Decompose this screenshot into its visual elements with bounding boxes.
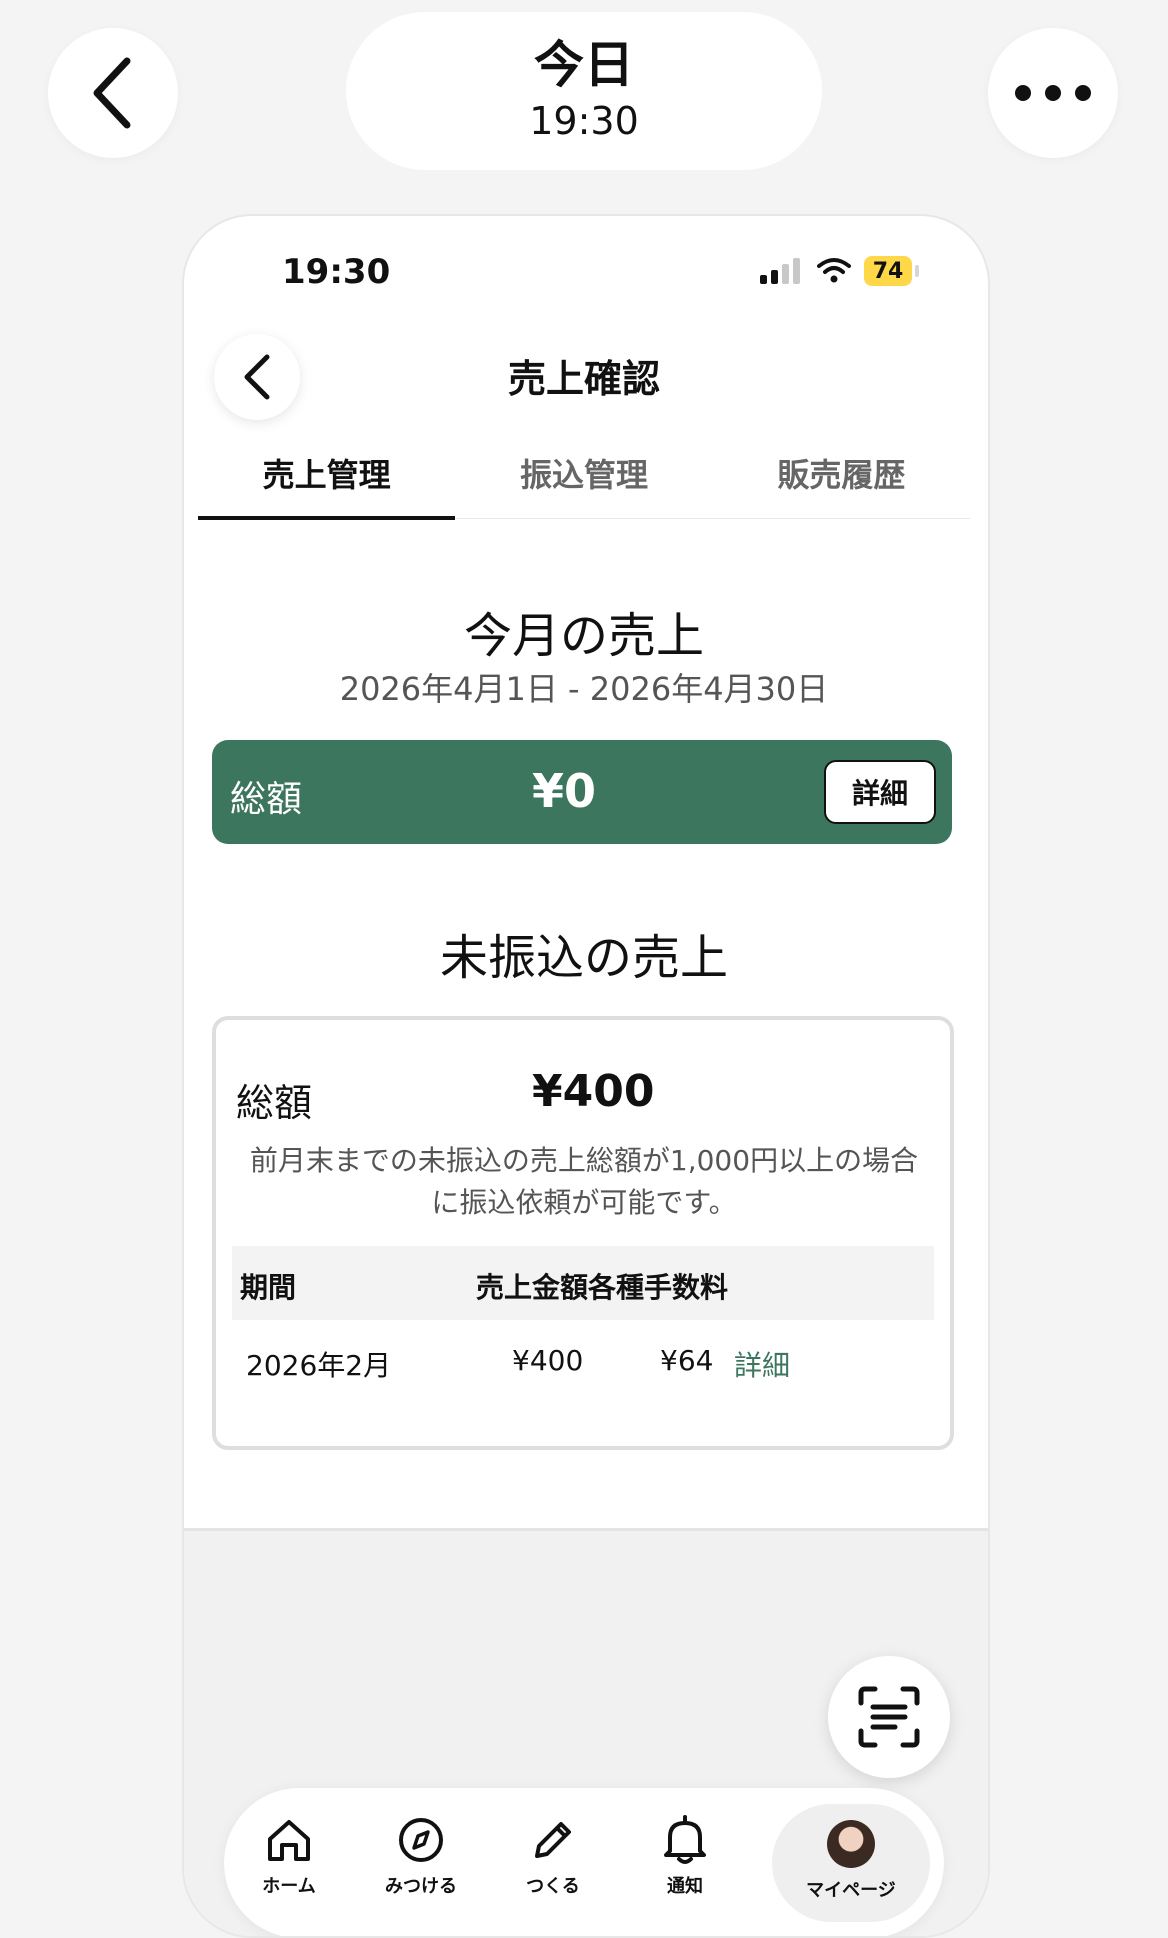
unpaid-total-value: ¥400	[532, 1066, 655, 1117]
tab-bar-top: 売上管理 振込管理 販売履歴	[198, 446, 970, 520]
tab-mypage-label: マイページ	[806, 1880, 896, 1901]
tab-sales-history[interactable]: 販売履歴	[713, 446, 970, 518]
avatar	[827, 1820, 875, 1868]
pencil-icon	[535, 1822, 571, 1858]
monthly-date-range: 2026年4月1日 - 2026年4月30日	[339, 670, 829, 708]
header-amount: 売上金額	[476, 1271, 589, 1304]
row-detail-link[interactable]: 詳細	[734, 1344, 790, 1384]
wifi-icon	[817, 258, 851, 283]
row-fee: ¥64	[660, 1344, 714, 1377]
tab-mypage[interactable]: マイページ	[772, 1804, 930, 1922]
page-title: 売上確認	[507, 357, 660, 401]
tab-transfer-management[interactable]: 振込管理	[455, 446, 712, 518]
monthly-total-label: 総額	[230, 779, 303, 820]
viewer-more-button[interactable]	[988, 28, 1118, 158]
monthly-total-bar: 総額 ¥0 詳細	[212, 740, 952, 844]
tab-discover[interactable]: みつける	[356, 1788, 486, 1936]
unpaid-sales-title: 未振込の売上	[439, 930, 728, 986]
row-amount: ¥400	[512, 1344, 584, 1377]
viewer-title: 今日	[534, 36, 634, 94]
battery-indicator: 74	[864, 256, 912, 286]
signal-icon	[760, 258, 802, 284]
row-period: 2026年2月	[246, 1349, 392, 1382]
tab-home[interactable]: ホーム	[224, 1788, 354, 1936]
status-time: 19:30	[282, 252, 391, 292]
viewer-title-pill: 今日 19:30	[346, 12, 822, 170]
monthly-sales-title: 今月の売上	[463, 608, 704, 664]
home-icon	[268, 1820, 310, 1861]
bell-icon	[664, 1815, 706, 1864]
table-header: 期間 売上金額 各種手数料	[232, 1246, 934, 1320]
monthly-detail-button[interactable]: 詳細	[824, 760, 936, 824]
scan-icon	[858, 1686, 920, 1748]
chevron-left-icon	[93, 57, 131, 129]
tab-sales-management[interactable]: 売上管理	[198, 446, 456, 520]
header-fees: 各種手数料	[588, 1271, 729, 1304]
unpaid-sales-card: 総額 ¥400 前月末までの未振込の売上総額が1,000円以上の場合に振込依頼が…	[212, 1016, 954, 1450]
viewer-time: 19:30	[529, 99, 639, 143]
tab-home-label: ホーム	[262, 1876, 316, 1897]
monthly-total-value: ¥0	[532, 764, 597, 818]
table-row: 2026年2月 ¥400 ¥64 詳細	[232, 1320, 934, 1394]
viewer-back-button[interactable]	[48, 28, 178, 158]
phone-screen: 19:30 74 売上確認 売上管理 振込管理 販売履歴 今月の売上 2026年…	[182, 214, 990, 1938]
header-period: 期間	[240, 1271, 297, 1304]
bottom-tab-bar: ホーム みつける つくる 通知 マイページ	[224, 1788, 944, 1936]
unpaid-note: 前月末までの未振込の売上総額が1,000円以上の場合に振込依頼が可能です。	[249, 1144, 919, 1219]
tab-create-label: つくる	[526, 1876, 580, 1897]
tab-discover-label: みつける	[385, 1876, 457, 1897]
scan-button[interactable]	[828, 1656, 950, 1778]
battery-cap	[915, 265, 919, 277]
unpaid-total-label: 総額	[236, 1081, 313, 1125]
tab-notifications-label: 通知	[667, 1876, 703, 1897]
compass-icon	[399, 1818, 443, 1862]
more-dots-icon	[1015, 85, 1091, 101]
tab-notifications[interactable]: 通知	[620, 1788, 750, 1936]
tab-create[interactable]: つくる	[488, 1788, 618, 1936]
